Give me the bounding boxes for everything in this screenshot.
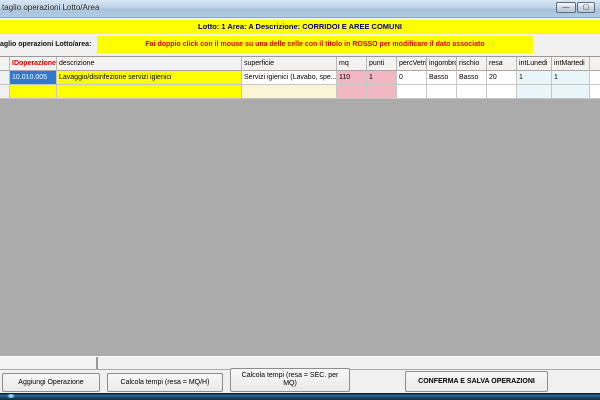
window-titlebar[interactable]: taglio operazioni Lotto/Area — ▢ — [0, 0, 600, 18]
cell-extra — [590, 71, 600, 85]
lotto-area-description-bar: Lotto: 1 Area: A Descrizione: CORRIDOI E… — [0, 20, 600, 34]
col-header-punti[interactable]: punti — [367, 57, 397, 71]
cell-ingombro[interactable] — [427, 85, 457, 99]
cell-intlunedi[interactable] — [517, 85, 552, 99]
cell-superficie[interactable]: Servizi igienici (Lavabo, spe... — [242, 71, 337, 85]
calc-time-mqh-button[interactable]: Calcola tempi (resa = MQ/H) — [107, 373, 223, 392]
cell-idoperazione[interactable] — [10, 85, 57, 99]
cell-mq[interactable] — [337, 85, 367, 99]
row-selector[interactable] — [0, 85, 10, 99]
col-header-ingombro[interactable]: ingombro — [427, 57, 457, 71]
detail-operations-label: aglio operazioni Lotto/area: — [0, 41, 91, 48]
col-header-rischio[interactable]: rischio — [457, 57, 487, 71]
col-header-superficie[interactable]: superficie — [242, 57, 337, 71]
cell-percvetri[interactable]: 0 — [397, 71, 427, 85]
cell-intlunedi[interactable]: 1 — [517, 71, 552, 85]
cell-punti[interactable] — [367, 85, 397, 99]
cell-mq[interactable]: 110 — [337, 71, 367, 85]
scrollbar-thumb[interactable] — [0, 357, 98, 369]
table-row — [0, 85, 600, 99]
minimize-icon: — — [563, 4, 570, 11]
col-header-intmartedi[interactable]: intMartedi — [552, 57, 590, 71]
cell-descrizione[interactable]: Lavaggio/disinfezione servizi igienici — [57, 71, 242, 85]
table-row: 10.010.005 Lavaggio/disinfezione servizi… — [0, 71, 600, 85]
col-header-descrizione[interactable]: descrizione — [57, 57, 242, 71]
grid-header-row: IDoperazione descrizione superficie mq p… — [0, 57, 600, 71]
double-click-instruction: Fai doppio click con il mouse su una del… — [97, 36, 533, 53]
col-header-resa[interactable]: resa — [487, 57, 517, 71]
cell-descrizione[interactable] — [57, 85, 242, 99]
cell-intmartedi[interactable] — [552, 85, 590, 99]
cell-rischio[interactable]: Basso — [457, 71, 487, 85]
taskbar-edge — [0, 393, 600, 400]
maximize-icon: ▢ — [583, 4, 590, 11]
operations-grid: IDoperazione descrizione superficie mq p… — [0, 56, 600, 370]
cell-superficie[interactable] — [242, 85, 337, 99]
col-header-idoperazione[interactable]: IDoperazione — [10, 57, 57, 71]
calc-time-sec-button[interactable]: Calcola tempi (resa = SEC. per MQ) — [230, 368, 350, 392]
cell-rischio[interactable] — [457, 85, 487, 99]
add-operation-button[interactable]: Aggiungi Operazione — [2, 373, 100, 392]
cell-punti[interactable]: 1 — [367, 71, 397, 85]
cell-resa[interactable]: 20 — [487, 71, 517, 85]
row-selector-header — [0, 57, 10, 71]
cell-idoperazione[interactable]: 10.010.005 — [10, 71, 57, 85]
cell-intmartedi[interactable]: 1 — [552, 71, 590, 85]
cell-ingombro[interactable]: Basso — [427, 71, 457, 85]
window-title: taglio operazioni Lotto/Area — [2, 3, 99, 12]
cell-extra — [590, 85, 600, 99]
maximize-button[interactable]: ▢ — [577, 2, 595, 13]
col-header-extra — [590, 57, 600, 71]
taskbar-glow — [7, 394, 15, 398]
col-header-mq[interactable]: mq — [337, 57, 367, 71]
row-selector[interactable] — [0, 71, 10, 85]
col-header-percvetri[interactable]: percVetri — [397, 57, 427, 71]
cell-percvetri[interactable] — [397, 85, 427, 99]
confirm-save-button[interactable]: CONFERMA E SALVA OPERAZIONI — [405, 371, 548, 392]
cell-resa[interactable] — [487, 85, 517, 99]
minimize-button[interactable]: — — [556, 2, 576, 13]
col-header-intlunedi[interactable]: intLunedi — [517, 57, 552, 71]
